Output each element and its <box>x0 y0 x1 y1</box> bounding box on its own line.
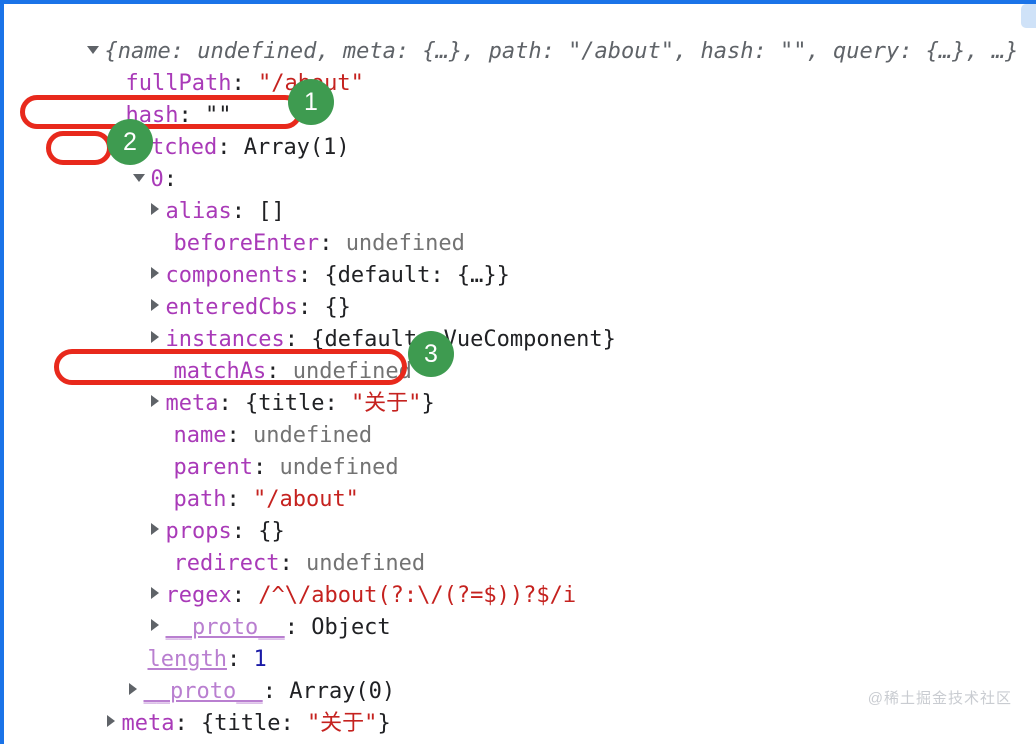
tree-row-props[interactable]: props: {} <box>0 484 1036 544</box>
tree-row-regex[interactable]: regex: /^\/about(?:\/(?=$))?$/i <box>0 548 1036 608</box>
tree-row-enteredcbs[interactable]: enteredCbs: {} <box>0 260 1036 320</box>
tree-row-redirect[interactable]: redirect: undefined <box>0 516 1036 576</box>
devtools-console-panel: {name: undefined, meta: {…}, path: "/abo… <box>0 0 1036 744</box>
tree-row-name-outer[interactable]: name: undefined <box>0 708 1036 744</box>
tree-row-fullpath[interactable]: fullPath: "/about" <box>0 36 1036 96</box>
tree-row-index-0[interactable]: 0: <box>0 132 1036 192</box>
tree-row-length[interactable]: length: 1 <box>0 612 1036 672</box>
tree-row-root[interactable]: {name: undefined, meta: {…}, path: "/abo… <box>0 4 1036 64</box>
tree-row-name-inner[interactable]: name: undefined <box>0 388 1036 448</box>
tree-row-proto-object[interactable]: __proto__: Object <box>0 580 1036 640</box>
tree-row-matched[interactable]: matched: Array(1) <box>0 100 1036 160</box>
object-tree: {name: undefined, meta: {…}, path: "/abo… <box>0 0 1036 744</box>
tree-row-path[interactable]: path: "/about" <box>0 452 1036 512</box>
tree-row-clipped[interactable]: {} <box>0 740 1036 744</box>
watermark-text: @稀土掘金技术社区 <box>867 690 1012 707</box>
tree-row-instances[interactable]: instances: {default: VueComponent} <box>0 292 1036 352</box>
tree-row-matchas[interactable]: matchAs: undefined <box>0 324 1036 384</box>
tree-row-proto-array[interactable]: __proto__: Array(0) <box>0 644 1036 704</box>
tree-row-beforeenter[interactable]: beforeEnter: undefined <box>0 196 1036 256</box>
tree-row-parent[interactable]: parent: undefined <box>0 420 1036 480</box>
tree-row-meta-inner[interactable]: meta: {title: "关于"} <box>0 356 1036 416</box>
tree-row-hash[interactable]: hash: "" <box>0 68 1036 128</box>
tree-row-components[interactable]: components: {default: {…}} <box>0 228 1036 288</box>
tree-row-alias[interactable]: alias: [] <box>0 164 1036 224</box>
